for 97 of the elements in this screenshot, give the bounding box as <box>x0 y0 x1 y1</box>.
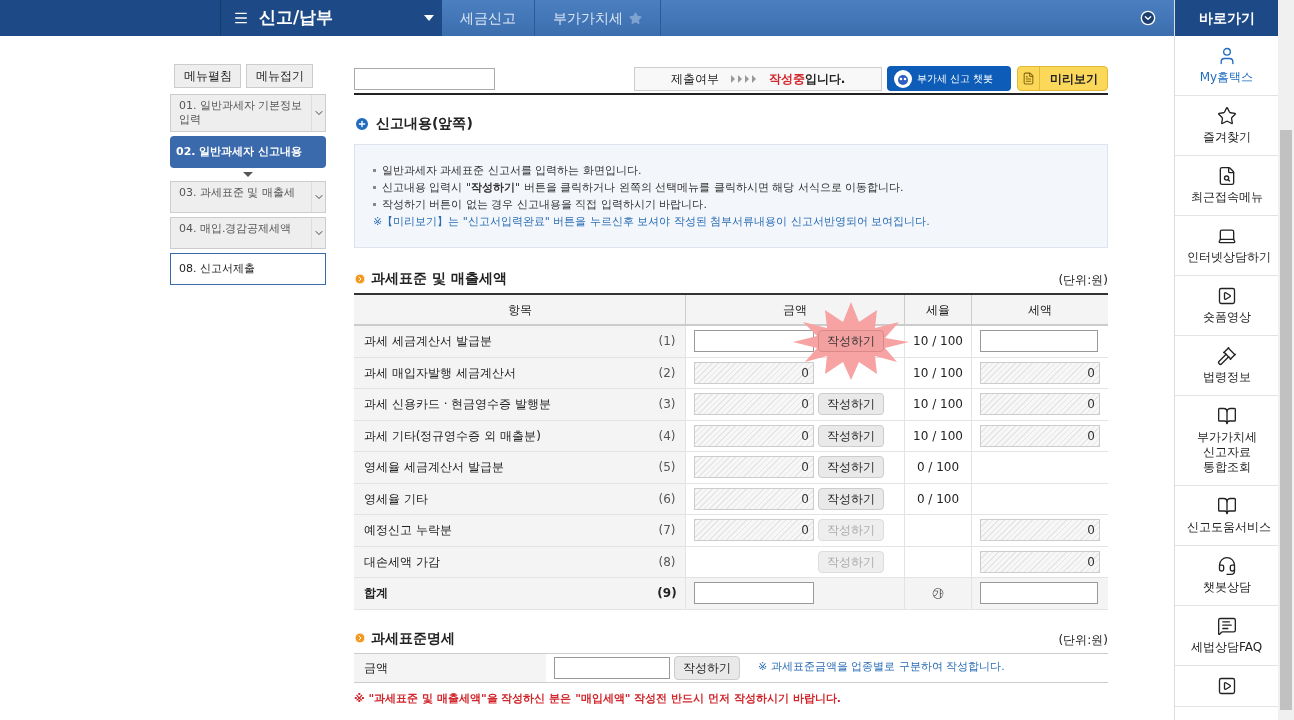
unit-label: (단위:원) <box>1058 272 1108 289</box>
scrollbar[interactable] <box>1278 0 1294 720</box>
row-label: 과세 신용카드 · 현금영수증 발행분 <box>364 396 552 414</box>
section-title: 신고내용(앞쪽) <box>376 114 473 133</box>
column-header: 세액 <box>971 295 1108 326</box>
row-label: 과세 세금계산서 발급분 <box>364 333 492 351</box>
row-number: (4) <box>658 427 676 445</box>
sidebar-item[interactable]: 01. 일반과세자 기본정보 입력 <box>170 94 326 132</box>
row-number: (9) <box>657 585 677 603</box>
status-text: 작성중입니다. <box>768 70 846 88</box>
amount-field[interactable]: 0 <box>694 456 814 479</box>
play-icon <box>1216 286 1237 306</box>
amount-field[interactable] <box>980 582 1098 605</box>
row-label: 합계 <box>364 585 388 603</box>
unit-label: (단위:원) <box>1058 631 1108 649</box>
amount-field[interactable]: 0 <box>980 361 1100 384</box>
row-label: 과세 기타(정규영수증 외 매출분) <box>364 427 541 445</box>
notice-text: 일반과세자 과세표준 신고서를 입력하는 화면입니다. <box>382 163 642 178</box>
row-number: (7) <box>658 522 676 540</box>
bullet-icon <box>354 272 366 285</box>
amount-field[interactable]: 0 <box>694 424 814 447</box>
down-arrow-icon <box>243 172 253 177</box>
warning-text: ※ "과세표준 및 매출세액"을 작성하신 분은 "매입세액" 작성전 반드시 먼저 작성하시기 바랍니다. <box>354 690 842 707</box>
amount-field[interactable]: 0 <box>980 550 1100 573</box>
write-button[interactable]: 작성하기 <box>818 330 884 353</box>
star-icon <box>1216 106 1237 126</box>
expand-icon[interactable] <box>1140 10 1156 26</box>
headset-icon <box>1216 556 1237 576</box>
text-field[interactable] <box>354 67 495 90</box>
amount-field[interactable]: 0 <box>694 393 814 416</box>
write-button[interactable]: 작성하기 <box>818 456 884 479</box>
amount-field[interactable]: 0 <box>980 424 1100 447</box>
column-header: 세율 <box>904 295 971 326</box>
document-icon <box>1022 72 1035 85</box>
amount-field[interactable]: 0 <box>694 361 814 384</box>
book-icon <box>1216 496 1237 516</box>
sidebar-item[interactable]: 03. 과세표준 및 매출세 <box>170 181 326 213</box>
tax-rate: 0 / 100 <box>916 459 960 477</box>
sidebar-item[interactable]: 04. 매입.경감공제세액 <box>170 217 326 249</box>
preview-button[interactable]: 미리보기 <box>1017 66 1108 91</box>
row-label: 영세율 기타 <box>364 490 428 508</box>
play-icon <box>1216 676 1237 696</box>
table-title: 과세표준 및 매출세액 <box>371 269 507 288</box>
sidebar-item[interactable]: 08. 신고서제출 <box>170 253 326 285</box>
tax-rate: 0 / 100 <box>916 490 960 508</box>
amount-field[interactable]: 0 <box>694 487 814 510</box>
tax-rate: ㉮ <box>932 585 944 603</box>
amount-field[interactable] <box>694 582 814 605</box>
chatbot-button[interactable]: 부가세 신고 챗봇 <box>887 66 1011 91</box>
dropdown-icon[interactable] <box>424 15 434 21</box>
row-number: (3) <box>658 396 676 414</box>
amount-field[interactable]: 0 <box>980 393 1100 416</box>
gavel-icon <box>1216 346 1237 366</box>
bullet-icon <box>354 632 366 644</box>
hint-text: ※ 과세표준금액을 업종별로 구분하여 작성합니다. <box>758 659 1005 676</box>
amount-field[interactable] <box>980 330 1098 353</box>
row-number: (8) <box>658 553 676 571</box>
tax-rate: 10 / 100 <box>913 333 963 351</box>
row-label: 예정신고 누락분 <box>364 522 452 540</box>
amount-field[interactable]: 0 <box>694 519 814 542</box>
row-number: (5) <box>658 459 676 477</box>
menu-toggle-button[interactable]: 메뉴접기 <box>246 64 313 88</box>
favorite-star-icon[interactable] <box>629 11 642 25</box>
row-label: 대손세액 가감 <box>364 553 440 571</box>
notice-text: 작성하기 버튼이 없는 경우 신고내용을 직접 입력하시기 바랍니다. <box>382 197 707 212</box>
tax-rate: 10 / 100 <box>913 364 963 382</box>
tax-rate: 10 / 100 <box>913 427 963 445</box>
robot-icon <box>893 68 913 89</box>
menu-title: 신고/납부 <box>259 6 334 30</box>
row-label: 금액 <box>364 659 388 677</box>
table-title: 과세표준명세 <box>371 628 455 648</box>
notice-note: ※【미리보기】는 "신고서입력완료" 버튼을 누르신후 보셔야 작성된 첨부서류내용이 신고서반영되어 보여집니다. <box>373 214 931 229</box>
write-button[interactable]: 작성하기 <box>818 424 884 447</box>
notice-text: 신고내용 입력시 "작성하기" 버튼을 클릭하거나 왼쪽의 선택메뉴를 클릭하시면 해당 서식으로 이동합니다. <box>382 180 904 195</box>
menu-toggle-button[interactable]: 메뉴펼침 <box>174 64 241 88</box>
chat-icon <box>1216 616 1237 636</box>
write-button[interactable]: 작성하기 <box>818 487 884 510</box>
tax-rate: 10 / 100 <box>913 396 963 414</box>
shortcut-header: 바로가기 <box>1175 0 1278 36</box>
row-number: (1) <box>658 333 676 351</box>
column-header: 금액 <box>685 295 904 326</box>
row-label: 과세 매입자발행 세금계산서 <box>364 364 516 382</box>
row-number: (6) <box>658 490 676 508</box>
write-button[interactable]: 작성하기 <box>674 655 740 680</box>
column-header: 항목 <box>354 295 685 326</box>
row-number: (2) <box>658 364 676 382</box>
status-label: 제출여부 <box>670 70 719 88</box>
menu-icon[interactable] <box>233 10 249 26</box>
arrows-icon <box>730 74 757 83</box>
amount-field[interactable] <box>554 656 670 679</box>
amount-field[interactable] <box>694 330 814 353</box>
sidebar-item[interactable]: 02. 일반과세자 신고내용 <box>170 136 326 168</box>
row-label: 영세율 세금계산서 발급분 <box>364 459 504 477</box>
write-button[interactable]: 작성하기 <box>818 393 884 416</box>
book-icon <box>1216 406 1237 426</box>
amount-field[interactable]: 0 <box>980 519 1100 542</box>
plus-circle-icon <box>354 115 370 132</box>
